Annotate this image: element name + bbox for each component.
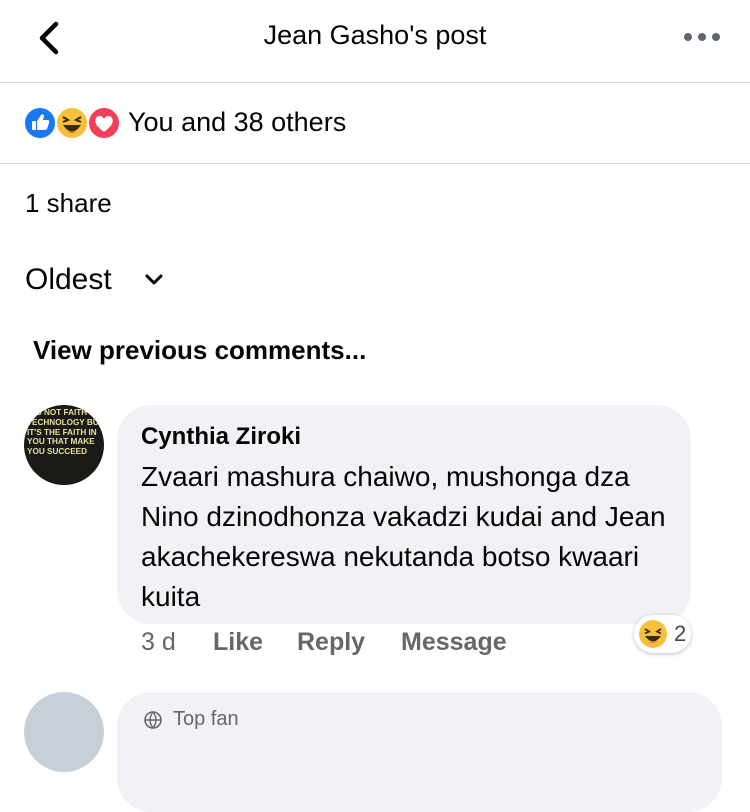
chevron-down-icon[interactable]	[143, 272, 165, 288]
reaction-count: 2	[674, 621, 687, 646]
more-options-icon[interactable]	[680, 22, 724, 52]
header-bar: Jean Gasho's post	[0, 0, 750, 83]
message-button[interactable]: Message	[401, 628, 507, 657]
top-fan-badge: Top fan	[173, 708, 239, 730]
haha-icon	[55, 106, 89, 140]
like-icon	[23, 106, 57, 140]
haha-icon	[639, 620, 667, 648]
sort-dropdown-label[interactable]: Oldest	[25, 263, 112, 297]
love-icon	[87, 106, 121, 140]
comment-bubble: Cynthia Ziroki Zvaari mashura chaiwo, mu…	[117, 405, 691, 624]
globe-icon	[144, 711, 162, 729]
comment-bubble: Top fan	[117, 692, 722, 812]
comment-reaction-badge[interactable]: 2	[634, 615, 691, 653]
avatar[interactable]: IT'S NOT FAITH IN TECHNOLOGY BUT IT'S TH…	[24, 405, 104, 485]
comment-timestamp: 3 d	[141, 628, 176, 656]
reaction-icons	[23, 106, 121, 140]
avatar-image-text: IT'S NOT FAITH IN TECHNOLOGY BUT IT'S TH…	[27, 408, 104, 457]
comment-text: Zvaari mashura chaiwo, mushonga dza Nino…	[141, 461, 666, 612]
reply-button[interactable]: Reply	[297, 628, 365, 657]
avatar[interactable]	[24, 692, 104, 772]
reactions-summary[interactable]: You and 38 others	[0, 83, 750, 164]
comment-author[interactable]: Cynthia Ziroki	[141, 423, 301, 451]
page-title: Jean Gasho's post	[263, 20, 487, 50]
view-previous-comments-link[interactable]: View previous comments...	[33, 335, 366, 366]
reactions-summary-text: You and 38 others	[128, 107, 347, 137]
like-button[interactable]: Like	[213, 628, 263, 657]
share-count[interactable]: 1 share	[25, 188, 112, 219]
